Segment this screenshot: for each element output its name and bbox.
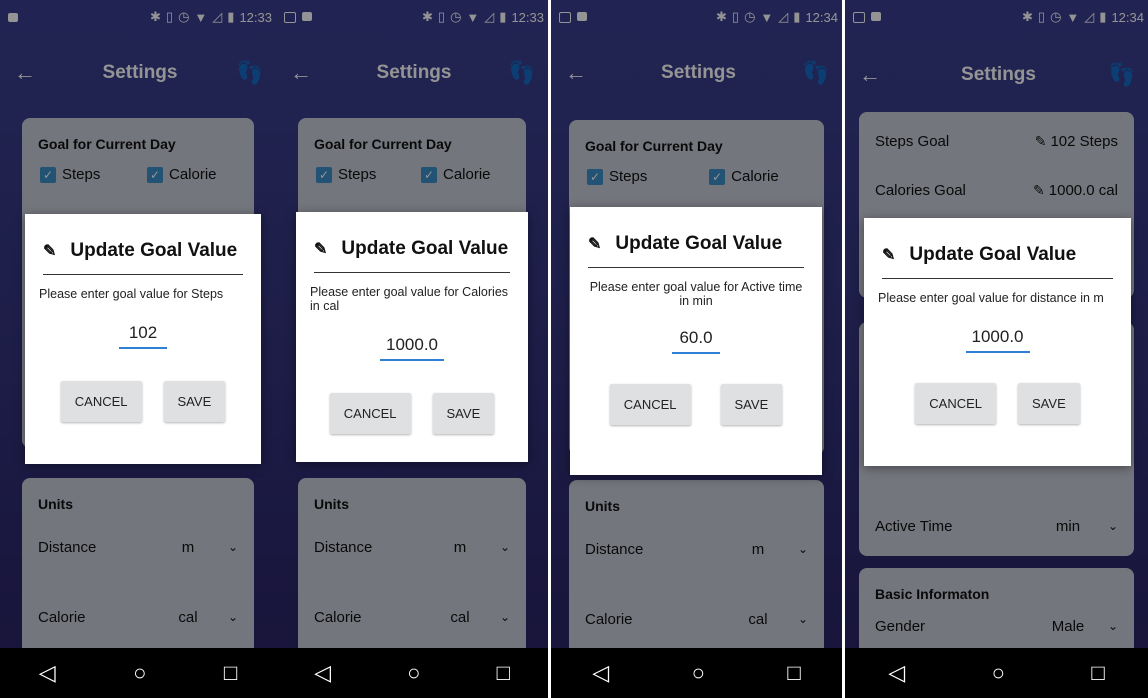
dialog-title: ✎ Update Goal Value bbox=[314, 238, 510, 273]
nav-recent-icon[interactable]: □ bbox=[224, 660, 237, 686]
system-nav-bar: ◁ ○ □ bbox=[0, 648, 276, 698]
save-button[interactable]: SAVE bbox=[432, 393, 495, 434]
update-goal-dialog: ✎ Update Goal Value Please enter goal val… bbox=[25, 214, 261, 464]
update-goal-dialog: ✎ Update Goal Value Please enter goal val… bbox=[864, 218, 1131, 466]
edit-icon: ✎ bbox=[314, 241, 328, 258]
edit-icon: ✎ bbox=[588, 236, 602, 253]
edit-icon: ✎ bbox=[43, 243, 57, 260]
cancel-button[interactable]: CANCEL bbox=[915, 383, 997, 424]
dialog-title: ✎ Update Goal Value bbox=[43, 240, 243, 275]
dialog-message: Please enter goal value for Active time … bbox=[589, 280, 803, 308]
cancel-button[interactable]: CANCEL bbox=[609, 384, 691, 425]
dialog-title-text: Update Goal Value bbox=[341, 238, 509, 259]
nav-recent-icon[interactable]: □ bbox=[1091, 660, 1104, 686]
dialog-message: Please enter goal value for Steps bbox=[39, 287, 224, 301]
system-nav-bar: ◁ ○ □ bbox=[551, 648, 842, 698]
goal-value-input[interactable]: 102 bbox=[119, 323, 167, 349]
save-button[interactable]: SAVE bbox=[163, 381, 226, 422]
screen-1: ✱ ▯ ◷ ▼ ◿ ▮ 12:33 ← Settings 👣 Goal for … bbox=[0, 0, 276, 698]
save-button[interactable]: SAVE bbox=[1018, 383, 1080, 424]
nav-back-icon[interactable]: ◁ bbox=[592, 660, 609, 686]
nav-back-icon[interactable]: ◁ bbox=[888, 660, 905, 686]
update-goal-dialog: ✎ Update Goal Value Please enter goal val… bbox=[570, 207, 822, 475]
nav-recent-icon[interactable]: □ bbox=[787, 660, 800, 686]
goal-value-input[interactable]: 1000.0 bbox=[965, 327, 1030, 353]
nav-home-icon[interactable]: ○ bbox=[992, 660, 1005, 686]
goal-value-input[interactable]: 1000.0 bbox=[380, 335, 444, 361]
nav-home-icon[interactable]: ○ bbox=[407, 660, 420, 686]
nav-back-icon[interactable]: ◁ bbox=[314, 660, 331, 686]
screen-2: ✱ ▯ ◷ ▼ ◿ ▮ 12:33 ← Settings 👣 Goal for … bbox=[276, 0, 548, 698]
cancel-button[interactable]: CANCEL bbox=[60, 381, 142, 422]
dialog-title-text: Update Goal Value bbox=[909, 244, 1077, 265]
nav-home-icon[interactable]: ○ bbox=[692, 660, 705, 686]
edit-icon: ✎ bbox=[882, 247, 896, 264]
screen-3: ✱ ▯ ◷ ▼ ◿ ▮ 12:34 ← Settings 👣 Goal for … bbox=[551, 0, 842, 698]
screen-4: ✱ ▯ ◷ ▼ ◿ ▮ 12:34 ← Settings 👣 Steps Goa… bbox=[845, 0, 1148, 698]
dialog-title: ✎ Update Goal Value bbox=[588, 233, 804, 268]
dialog-message: Please enter goal value for distance in … bbox=[878, 291, 1104, 305]
nav-home-icon[interactable]: ○ bbox=[133, 660, 146, 686]
goal-value-input[interactable]: 60.0 bbox=[672, 328, 720, 354]
system-nav-bar: ◁ ○ □ bbox=[276, 648, 548, 698]
dialog-title-text: Update Goal Value bbox=[615, 233, 783, 254]
system-nav-bar: ◁ ○ □ bbox=[845, 648, 1148, 698]
dialog-title-text: Update Goal Value bbox=[70, 240, 238, 261]
nav-recent-icon[interactable]: □ bbox=[497, 660, 510, 686]
dialog-message: Please enter goal value for Calories in … bbox=[310, 285, 509, 313]
save-button[interactable]: SAVE bbox=[720, 384, 783, 425]
update-goal-dialog: ✎ Update Goal Value Please enter goal val… bbox=[296, 212, 528, 462]
cancel-button[interactable]: CANCEL bbox=[329, 393, 411, 434]
dialog-title: ✎ Update Goal Value bbox=[882, 244, 1113, 279]
nav-back-icon[interactable]: ◁ bbox=[39, 660, 56, 686]
